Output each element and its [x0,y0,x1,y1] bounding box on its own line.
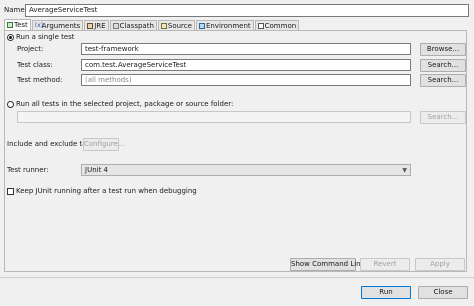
tab-test[interactable]: Test [4,19,31,30]
tab-bar: Test (x) Arguments JRE Classpath Source … [4,19,300,30]
tab-environment[interactable]: Environment [195,20,254,30]
test-class-field[interactable]: com.test.AverageServiceTest [81,59,411,71]
test-method-search-button[interactable]: Search... [420,74,466,87]
revert-button[interactable]: Revert [360,258,410,271]
tab-label: Arguments [41,21,81,30]
run-all-tests-label: Run all tests in the selected project, p… [16,100,234,108]
chevron-down-icon: ▼ [402,167,407,174]
junit-test-icon [7,22,13,28]
container-search-button[interactable]: Search... [420,111,466,124]
tab-label: Classpath [119,21,154,30]
test-runner-select[interactable]: JUnit 4 ▼ [81,164,411,176]
name-field[interactable]: AverageServiceTest [25,4,469,17]
run-button[interactable]: Run [361,286,411,299]
close-button[interactable]: Close [418,286,468,299]
keep-junit-running-label: Keep JUnit running after a test run when… [16,187,197,195]
run-single-test-radio[interactable] [7,34,14,41]
tab-arguments[interactable]: (x) Arguments [31,20,84,30]
project-label: Project: [17,45,44,53]
tab-label: Common [264,21,297,30]
configure-tags-button[interactable]: Configure... [83,138,125,151]
test-runner-value: JUnit 4 [85,166,108,174]
tab-label: Environment [205,21,251,30]
environment-icon [198,22,205,29]
container-field[interactable] [17,111,411,123]
tab-label: Test [14,21,28,29]
arguments-icon: (x) [34,21,44,29]
test-class-search-button[interactable]: Search... [420,59,466,72]
tab-common[interactable]: Common [254,20,300,30]
run-all-tests-radio[interactable] [7,101,14,108]
test-runner-label: Test runner: [7,166,49,174]
browse-button[interactable]: Browse... [420,43,466,56]
keep-junit-running-checkbox[interactable] [7,188,14,195]
test-method-label: Test method: [17,76,63,84]
tab-jre[interactable]: JRE [84,20,109,30]
tab-classpath[interactable]: Classpath [109,20,157,30]
tab-label: Source [167,21,192,30]
test-class-label: Test class: [17,61,53,69]
project-field[interactable]: test-framework [81,43,411,55]
test-method-field[interactable]: (all methods) [81,74,411,86]
source-icon [160,22,167,29]
name-label: Name: [4,6,28,14]
common-icon [257,22,264,29]
tab-label: JRE [94,21,106,30]
footer-separator [0,277,474,278]
classpath-icon [112,22,119,29]
run-single-test-label: Run a single test [16,33,75,41]
tab-source[interactable]: Source [157,20,195,30]
apply-button[interactable]: Apply [415,258,465,271]
jre-icon [87,22,94,29]
show-command-line-button[interactable]: Show Command Line [290,258,365,271]
